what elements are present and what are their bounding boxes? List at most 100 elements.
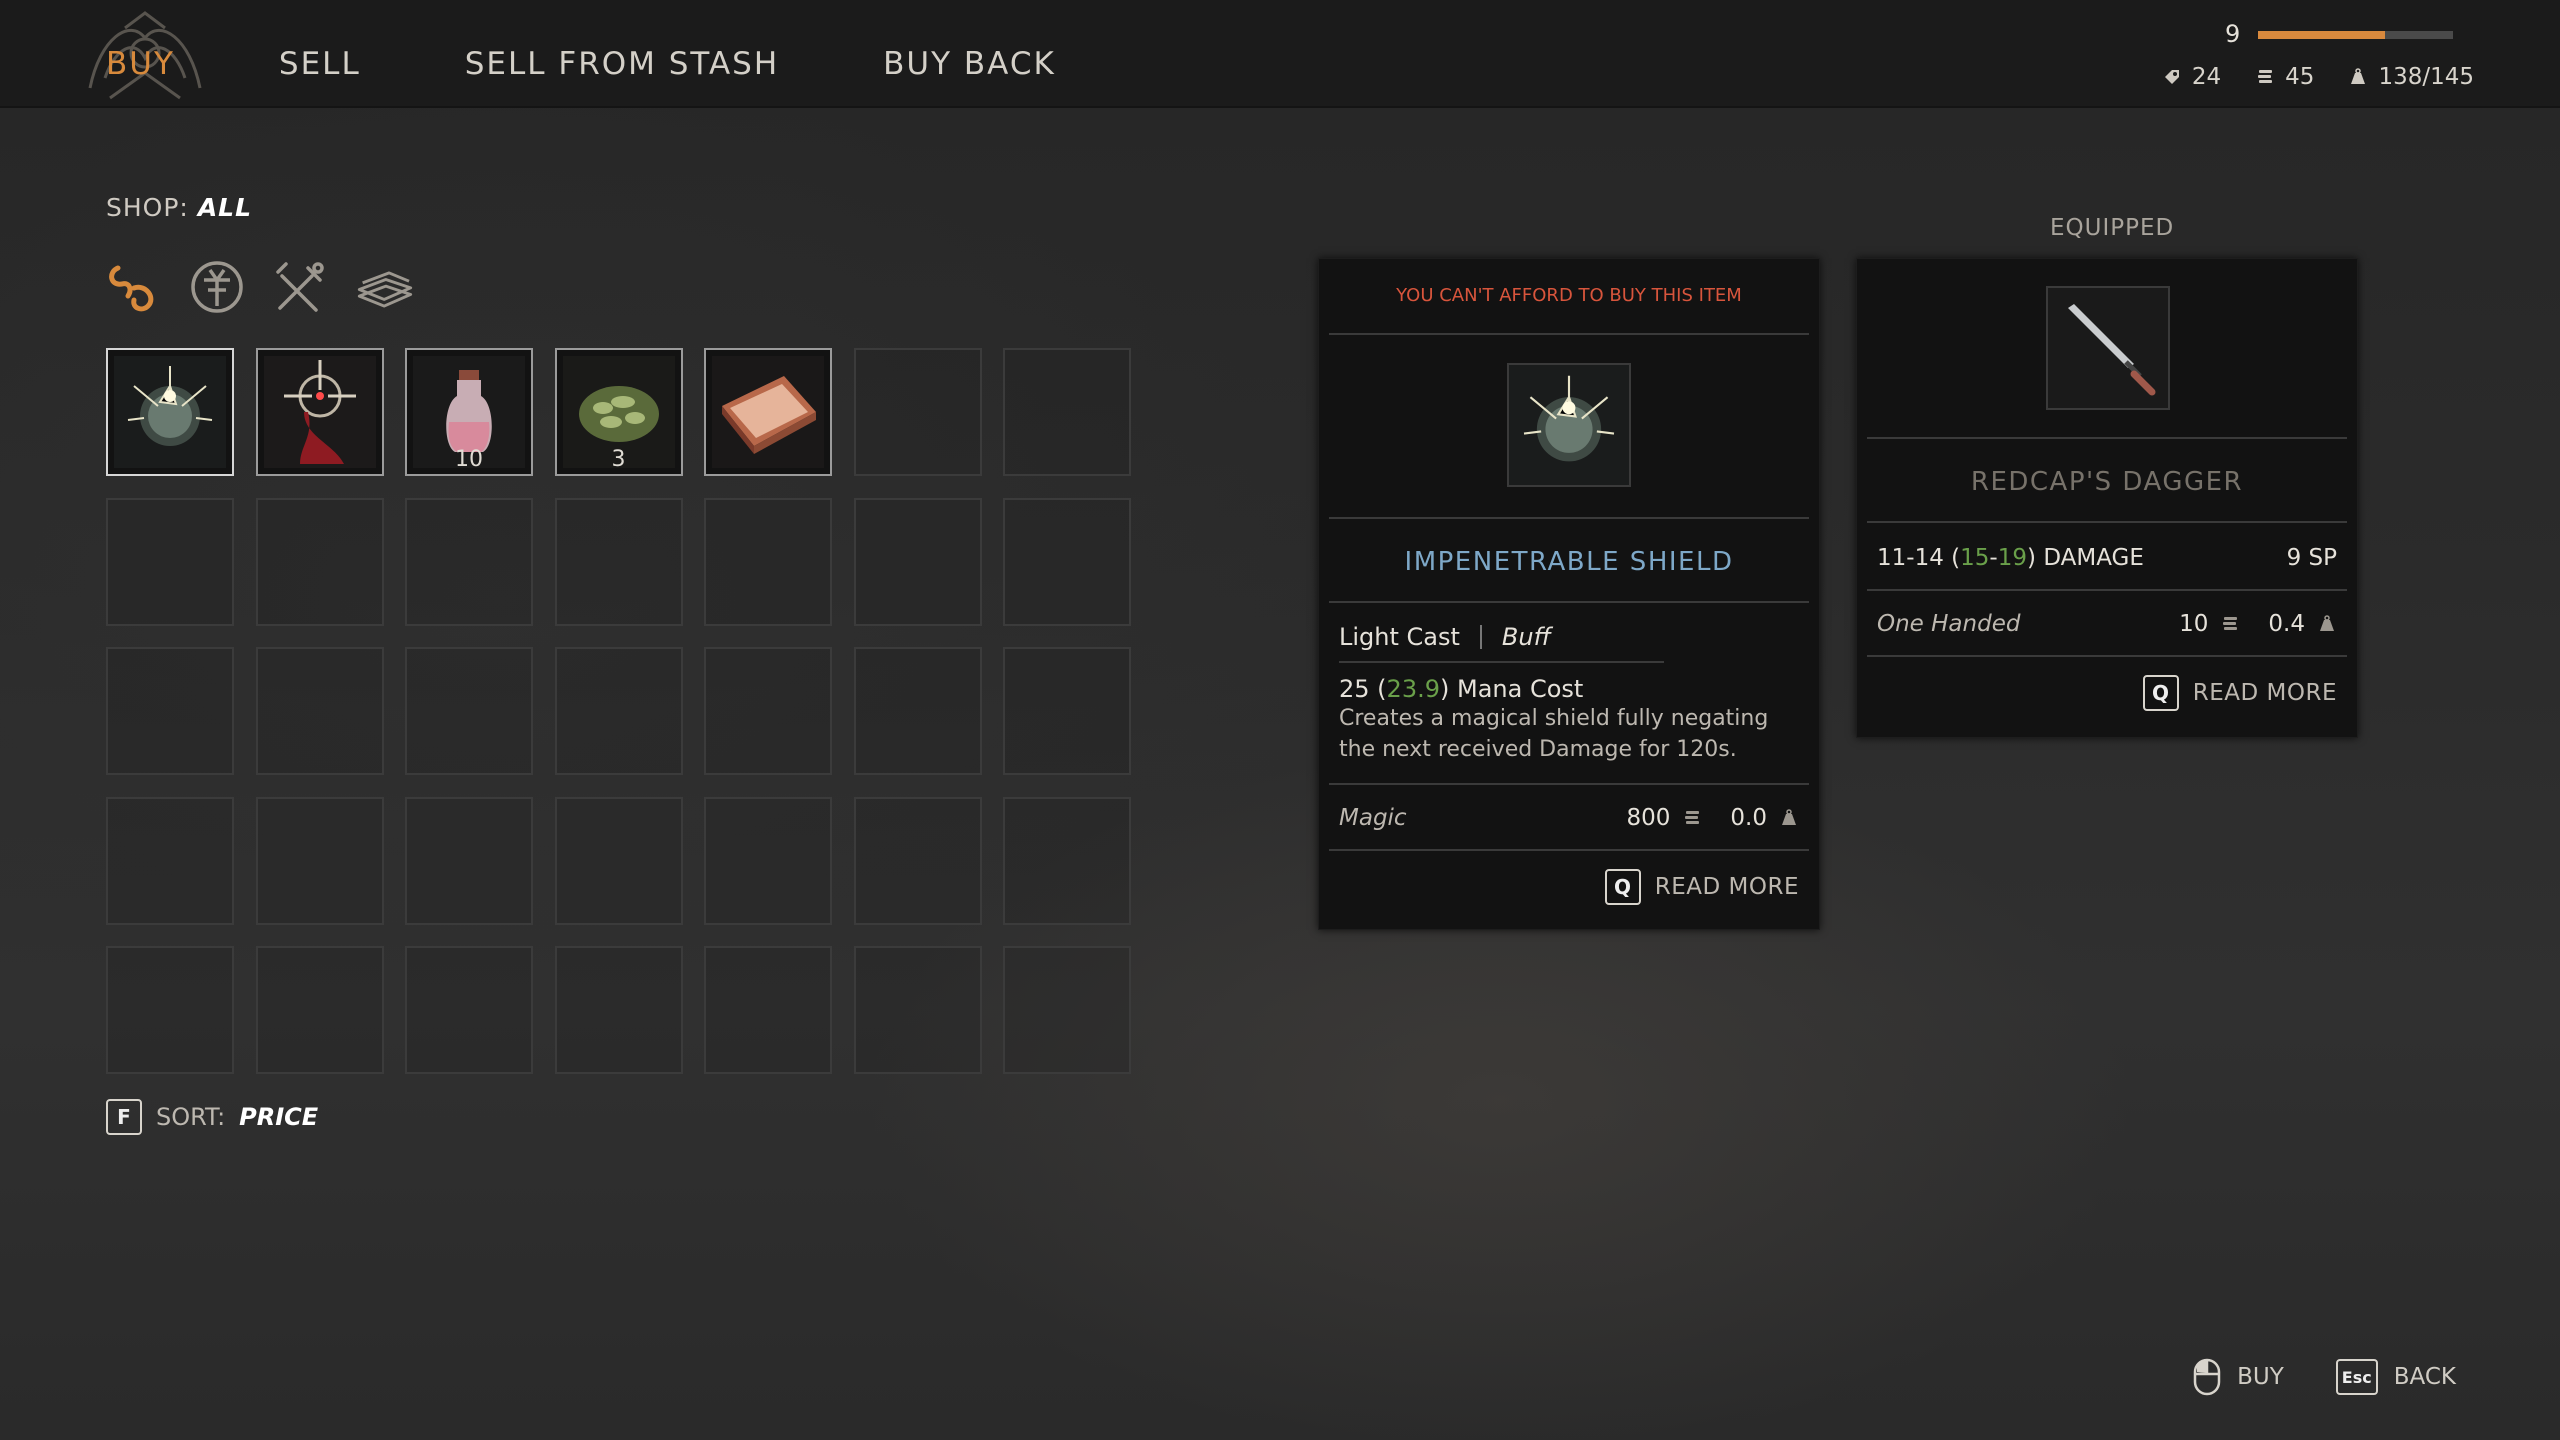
empty-slot[interactable]	[853, 946, 982, 1074]
tab-buy-back[interactable]: BUY BACK	[883, 46, 1056, 82]
read-more-label: READ MORE	[2192, 680, 2337, 706]
empty-slot[interactable]	[405, 647, 533, 775]
spell-subtype: Buff	[1501, 623, 1551, 651]
spell-type: Light Cast	[1339, 623, 1460, 651]
empty-slot[interactable]	[255, 796, 384, 925]
herb-item[interactable]: 3	[554, 348, 683, 476]
equipped-item-title: REDCAP'S DAGGER	[1970, 467, 2244, 497]
shield-orb-icon	[1509, 365, 1629, 485]
weight-stat: 138/145	[2348, 64, 2474, 90]
item-quantity: 3	[611, 447, 626, 472]
item-quantity: 10	[455, 447, 483, 472]
empty-slot[interactable]	[255, 497, 384, 626]
spell-description: Creates a magical shield fully negating …	[1339, 706, 1769, 762]
tab-sell[interactable]: SELL	[279, 46, 361, 82]
empty-slot[interactable]	[106, 946, 234, 1074]
item-tooltip-panel: YOU CAN'T AFFORD TO BUY THIS ITEM IMPENE…	[1318, 258, 1820, 930]
empty-slot[interactable]	[1003, 647, 1131, 775]
mana-cost-row: 25 (23.9) Mana Cost	[1339, 675, 1584, 703]
coins-value: 45	[2285, 64, 2315, 90]
skill-points-value: 24	[2191, 64, 2222, 90]
empty-slot[interactable]	[554, 497, 683, 626]
equipped-header: EQUIPPED	[2050, 215, 2175, 241]
empty-slot[interactable]	[405, 796, 533, 925]
filter-magic[interactable]	[188, 258, 246, 316]
shop-filter-label: SHOP: ALL	[106, 193, 252, 222]
item-weight: 0.4	[2268, 611, 2305, 637]
xp-progress-fill	[2258, 31, 2385, 39]
weight-value: 138/145	[2378, 64, 2474, 90]
price-weight: 800 0.0	[1627, 805, 1799, 831]
item-price: 800	[1626, 805, 1671, 831]
empty-slot[interactable]	[405, 946, 533, 1074]
sort-key-hint: F	[106, 1099, 142, 1135]
sort-value: PRICE	[239, 1103, 319, 1131]
impenetrable-shield-item[interactable]	[106, 348, 234, 476]
empty-slot[interactable]	[1003, 946, 1131, 1074]
weapon-handedness: One Handed	[1877, 611, 2021, 637]
back-action[interactable]: Esc BACK	[2335, 1359, 2456, 1395]
buy-action-label: BUY	[2237, 1364, 2284, 1390]
item-price: 10	[2179, 611, 2209, 637]
stamina-cost: 9 SP	[2286, 545, 2337, 571]
shop-tabs: BUY SELL SELL FROM STASH BUY BACK	[106, 46, 1160, 82]
empty-slot[interactable]	[255, 946, 384, 1074]
blood-spell-icon	[263, 356, 376, 468]
tooltip-icon-area	[1319, 335, 1819, 517]
empty-slot[interactable]	[704, 946, 832, 1074]
read-more-label: READ MORE	[1654, 874, 1799, 900]
empty-slot[interactable]	[853, 497, 982, 626]
empty-slot[interactable]	[853, 348, 982, 476]
blood-spell-item[interactable]	[255, 348, 384, 476]
coins-icon	[1685, 811, 1700, 824]
empty-slot[interactable]	[853, 796, 982, 925]
tab-sell-from-stash[interactable]: SELL FROM STASH	[465, 46, 779, 82]
cannot-afford-warning: YOU CAN'T AFFORD TO BUY THIS ITEM	[1396, 285, 1742, 306]
empty-slot[interactable]	[853, 647, 982, 775]
empty-slot[interactable]	[704, 497, 832, 626]
equipped-item-panel: REDCAP'S DAGGER 11-14 (15-19) DAMAGE 9 S…	[1856, 258, 2358, 738]
empty-slot[interactable]	[704, 796, 832, 925]
filter-all[interactable]	[104, 258, 162, 316]
filter-books[interactable]	[356, 258, 414, 316]
tooltip-info-row: Magic 800 0.0	[1319, 785, 1819, 849]
item-category: Magic	[1339, 805, 1407, 831]
skill-points-stat: 24	[2162, 64, 2221, 90]
empty-slot[interactable]	[554, 796, 683, 925]
shield-orb-icon	[114, 356, 226, 468]
back-action-label: BACK	[2393, 1364, 2456, 1390]
empty-slot[interactable]	[106, 796, 234, 925]
book-item[interactable]	[704, 348, 832, 476]
empty-slot[interactable]	[106, 647, 234, 775]
empty-slot[interactable]	[1003, 348, 1131, 476]
equipped-footer: Q READ MORE	[1857, 657, 2357, 729]
item-weight: 0.0	[1730, 805, 1767, 831]
potion-item[interactable]: 10	[405, 348, 533, 476]
empty-slot[interactable]	[405, 497, 533, 626]
empty-slot[interactable]	[255, 647, 384, 775]
coins-stat: 45	[2255, 64, 2314, 90]
skill-point-icon	[2164, 70, 2179, 84]
empty-slot[interactable]	[704, 647, 832, 775]
tooltip-footer: Q READ MORE	[1319, 851, 1819, 923]
price-weight: 10 0.4	[2179, 611, 2337, 637]
player-level: 9	[2225, 20, 2241, 48]
chain-link-icon	[109, 265, 154, 312]
coins-icon	[2258, 70, 2273, 83]
filter-crafting[interactable]	[272, 258, 330, 316]
sort-control[interactable]: F SORT: PRICE	[106, 1099, 318, 1135]
esc-key-hint: Esc	[2335, 1359, 2378, 1395]
empty-slot[interactable]	[106, 497, 234, 626]
empty-slot[interactable]	[1003, 497, 1131, 626]
control-hints: BUY Esc BACK	[2193, 1358, 2456, 1396]
spell-type-row: Light Cast Buff	[1339, 623, 1664, 663]
tab-buy[interactable]: BUY	[106, 46, 175, 82]
read-more-button[interactable]: Q READ MORE	[1604, 869, 1799, 905]
sort-label: SORT:	[156, 1103, 226, 1131]
damage-label: DAMAGE	[2043, 545, 2144, 571]
empty-slot[interactable]	[554, 946, 683, 1074]
buy-action[interactable]: BUY	[2193, 1358, 2284, 1396]
empty-slot[interactable]	[1003, 796, 1131, 925]
read-more-button[interactable]: Q READ MORE	[2142, 675, 2337, 711]
empty-slot[interactable]	[554, 647, 683, 775]
